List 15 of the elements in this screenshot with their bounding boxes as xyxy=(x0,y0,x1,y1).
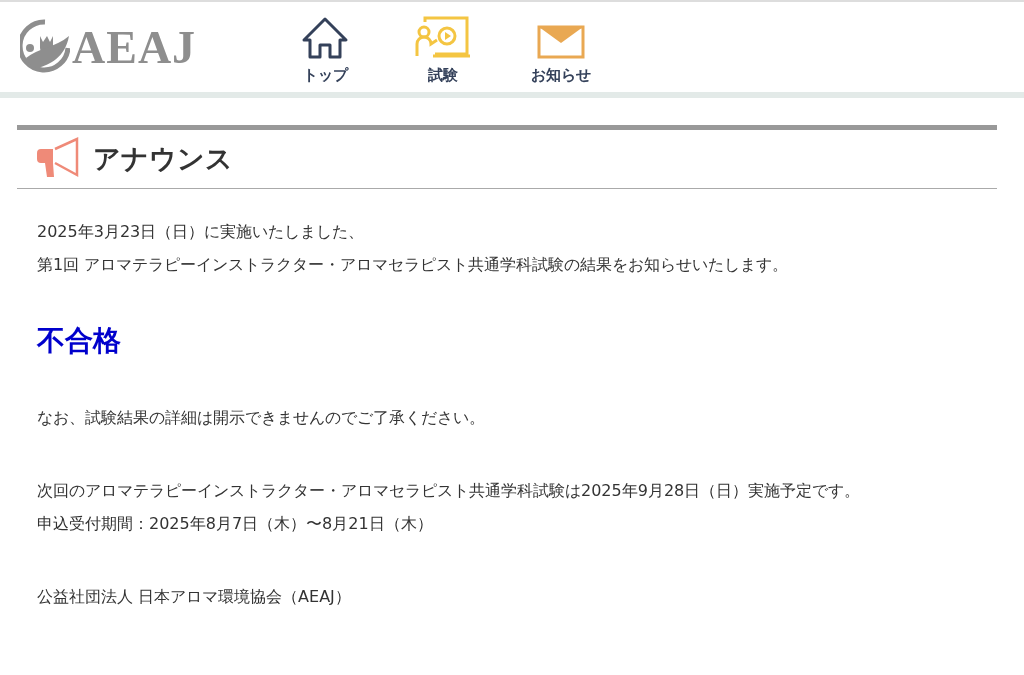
presentation-icon xyxy=(415,16,471,60)
section-title: アナウンス xyxy=(93,142,233,176)
body-text: 2025年3月23日（日）に実施いたしました、 xyxy=(37,221,366,243)
home-icon xyxy=(301,16,349,60)
nav-link[interactable]: 試験 xyxy=(393,9,493,85)
result-text: 不合格 xyxy=(37,323,122,359)
body-text: 次回のアロマテラピーインストラクター・アロマセラピスト共通学科試験は2025年9月28日（日）実施予定です。 xyxy=(37,480,862,502)
body-text: 公益社団法人 日本アロマ環境協会（AEAJ） xyxy=(37,586,352,608)
nav-link[interactable]: お知らせ xyxy=(511,9,611,85)
body-text: なお、試験結果の詳細は開示できませんのでご了承ください。 xyxy=(37,407,486,429)
logo-text: AEAJ xyxy=(72,20,197,74)
nav-link[interactable]: トップ xyxy=(275,9,375,85)
body-text: 申込受付期間：2025年8月7日（木）〜8月21日（木） xyxy=(37,513,434,535)
envelope-icon xyxy=(537,24,585,60)
body-text: 第1回 アロマテラピーインストラクター・アロマセラピスト共通学科試験の結果をお知らせいたします。 xyxy=(37,254,790,276)
